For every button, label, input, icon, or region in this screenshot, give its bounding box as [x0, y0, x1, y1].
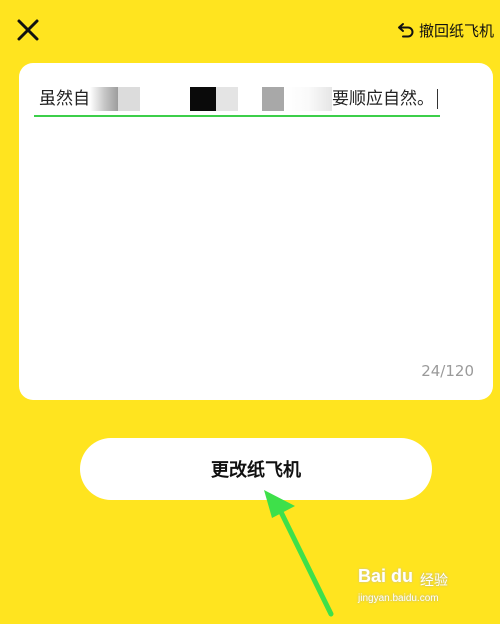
- annotation-arrow-icon: [264, 490, 334, 617]
- redacted-block: [118, 87, 140, 111]
- redacted-block: [140, 87, 190, 111]
- message-text-start: 虽然自: [39, 89, 90, 109]
- close-icon: [17, 19, 39, 41]
- redacted-block: [262, 87, 284, 111]
- redacted-block: [238, 87, 262, 111]
- watermark-logo: Bai du: [358, 566, 414, 586]
- baidu-jingyan-watermark: Bai du 经验 jingyan.baidu.com: [358, 566, 476, 610]
- change-paper-plane-label: 更改纸飞机: [211, 460, 301, 481]
- undo-paper-plane-button[interactable]: 撤回纸飞机: [397, 18, 494, 42]
- character-counter: 24/120: [421, 362, 474, 380]
- watermark-site: 经验: [420, 573, 448, 589]
- message-text-input[interactable]: 虽然自 要顺应自然。: [39, 83, 439, 115]
- redacted-block: [90, 87, 118, 111]
- close-button[interactable]: [14, 16, 42, 44]
- undo-label: 撤回纸飞机: [418, 21, 494, 40]
- message-card: 虽然自 要顺应自然。 24/120: [19, 63, 493, 400]
- redacted-block: [190, 87, 216, 111]
- message-text-end: 要顺应自然。: [332, 89, 434, 109]
- text-caret: [437, 89, 438, 109]
- watermark-url: jingyan.baidu.com: [358, 593, 439, 604]
- input-underline: [34, 115, 440, 117]
- undo-arrow-icon: [397, 23, 414, 38]
- redacted-block: [284, 87, 332, 111]
- redacted-block: [216, 87, 238, 111]
